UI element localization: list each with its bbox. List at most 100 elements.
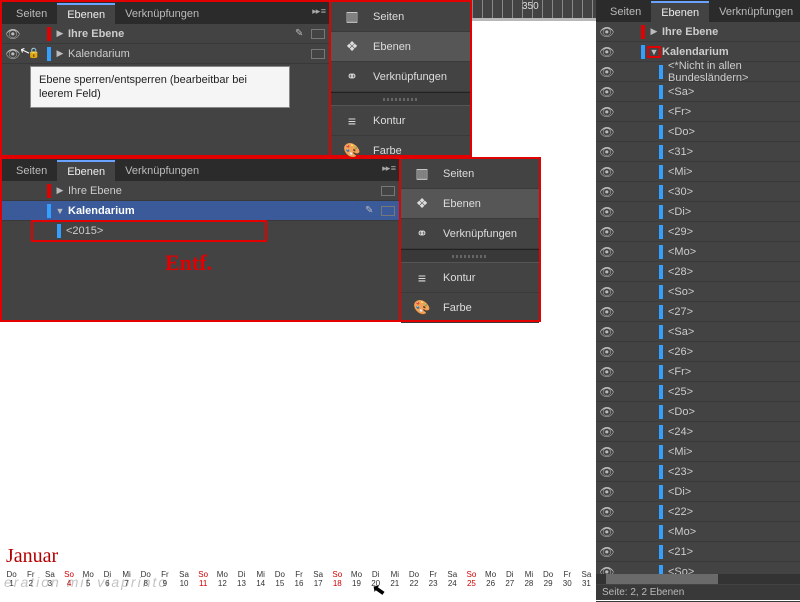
visibility-icon[interactable]: 👁 xyxy=(596,85,618,99)
tab-verknuepfungen[interactable]: Verknüpfungen xyxy=(115,161,209,180)
layer-row-kalendarium[interactable]: 👁 🔒 ▶ Kalendarium xyxy=(2,44,329,64)
visibility-icon[interactable]: 👁 xyxy=(596,465,618,479)
menu-verknuepfungen[interactable]: ⚭Verknüpfungen xyxy=(331,62,470,92)
tab-verknuepfungen[interactable]: Verknüpfungen xyxy=(115,4,209,23)
tab-ebenen[interactable]: Ebenen xyxy=(651,1,709,22)
sublayer-row[interactable]: 👁<28> xyxy=(596,262,800,282)
visibility-icon[interactable]: 👁 xyxy=(596,285,618,299)
layer-row-ihre-ebene[interactable]: ▶ Ihre Ebene xyxy=(2,181,399,201)
expand-icon[interactable]: ▶ xyxy=(54,185,66,196)
layer-row-kalendarium-selected[interactable]: ▼ Kalendarium ✎ xyxy=(2,201,399,221)
sublayer-row[interactable]: 👁<26> xyxy=(596,342,800,362)
sublayer-row[interactable]: 👁<Di> xyxy=(596,482,800,502)
day-cell: 16 xyxy=(289,579,308,588)
sublayer-row[interactable]: 👁<22> xyxy=(596,502,800,522)
visibility-icon[interactable]: 👁 xyxy=(596,205,618,219)
tab-seiten[interactable]: Seiten xyxy=(6,161,57,180)
tab-seiten[interactable]: Seiten xyxy=(600,2,651,21)
sublayer-row[interactable]: 👁<24> xyxy=(596,422,800,442)
visibility-icon[interactable]: 👁 xyxy=(596,425,618,439)
visibility-icon[interactable]: 👁 xyxy=(596,25,618,39)
visibility-icon[interactable]: 👁 xyxy=(596,405,618,419)
select-box[interactable] xyxy=(311,49,325,59)
menu-seiten[interactable]: ▥Seiten xyxy=(401,159,539,189)
tab-verknuepfungen[interactable]: Verknüpfungen xyxy=(709,2,800,21)
panel-grip[interactable] xyxy=(331,92,470,106)
expand-icon[interactable]: ▶ xyxy=(54,28,66,39)
visibility-icon[interactable]: 👁 xyxy=(596,105,618,119)
tab-seiten[interactable]: Seiten xyxy=(6,4,57,23)
menu-kontur[interactable]: ≡Kontur xyxy=(331,106,470,136)
sublayer-label: <Sa> xyxy=(666,326,800,338)
pages-icon: ▥ xyxy=(413,165,431,182)
sublayer-row[interactable]: 👁<*Nicht in allen Bundesländern> xyxy=(596,62,800,82)
panel-menu-icon[interactable]: ▸▸ ≡ xyxy=(312,6,325,17)
expand-icon[interactable]: ▶ xyxy=(648,26,660,37)
layer-row-ihre-ebene[interactable]: 👁 ▶ Ihre Ebene xyxy=(596,22,800,42)
visibility-icon[interactable]: 👁 xyxy=(596,305,618,319)
sublayer-row[interactable]: 👁<So> xyxy=(596,282,800,302)
pen-icon[interactable]: ✎ xyxy=(295,28,311,39)
menu-seiten[interactable]: ▥Seiten xyxy=(331,2,470,32)
expand-icon[interactable]: ▶ xyxy=(54,48,66,59)
stroke-icon: ≡ xyxy=(343,113,361,129)
menu-verknuepfungen[interactable]: ⚭Verknüpfungen xyxy=(401,219,539,249)
visibility-icon[interactable]: 👁 xyxy=(596,505,618,519)
visibility-icon[interactable]: 👁 xyxy=(596,485,618,499)
visibility-icon[interactable]: 👁 xyxy=(596,525,618,539)
sublayer-row[interactable]: 👁<Mo> xyxy=(596,522,800,542)
sublayer-2015[interactable]: <2015> xyxy=(32,221,266,241)
sublayer-row[interactable]: 👁<27> xyxy=(596,302,800,322)
layer-row-ihre-ebene[interactable]: 👁 ▶ Ihre Ebene ✎ xyxy=(2,24,329,44)
sublayer-row[interactable]: 👁<Mi> xyxy=(596,442,800,462)
visibility-icon[interactable]: 👁 xyxy=(596,245,618,259)
visibility-icon[interactable]: 👁 xyxy=(596,165,618,179)
sublayer-row[interactable]: 👁<Do> xyxy=(596,122,800,142)
scrollbar-thumb[interactable] xyxy=(606,574,718,584)
sublayer-row[interactable]: 👁<25> xyxy=(596,382,800,402)
sublayer-row[interactable]: 👁<Sa> xyxy=(596,82,800,102)
sublayer-row[interactable]: 👁<23> xyxy=(596,462,800,482)
visibility-icon[interactable]: 👁 xyxy=(596,45,618,59)
panel-menu-icon[interactable]: ▸▸ ≡ xyxy=(382,163,395,174)
sublayer-row[interactable]: 👁<30> xyxy=(596,182,800,202)
sublayer-row[interactable]: 👁 <Sa> xyxy=(596,322,800,342)
visibility-icon[interactable]: 👁 xyxy=(596,145,618,159)
visibility-icon[interactable]: 👁 xyxy=(596,385,618,399)
layer-color xyxy=(47,204,51,218)
sublayer-row[interactable]: 👁<Di> xyxy=(596,202,800,222)
visibility-icon[interactable]: 👁 xyxy=(596,365,618,379)
select-box[interactable] xyxy=(381,206,395,216)
menu-kontur[interactable]: ≡Kontur xyxy=(401,263,539,293)
sublayer-row[interactable]: 👁<Fr> xyxy=(596,102,800,122)
select-box[interactable] xyxy=(311,29,325,39)
sublayer-row[interactable]: 👁<Mo> xyxy=(596,242,800,262)
sublayer-row[interactable]: 👁<Mi> xyxy=(596,162,800,182)
visibility-icon[interactable]: 👁 xyxy=(596,545,618,559)
menu-ebenen[interactable]: ❖Ebenen xyxy=(331,32,470,62)
collapse-icon[interactable]: ▼ xyxy=(54,206,66,216)
panel-grip[interactable] xyxy=(401,249,539,263)
menu-ebenen[interactable]: ❖Ebenen xyxy=(401,189,539,219)
sublayer-row[interactable]: 👁<Do> xyxy=(596,402,800,422)
sublayer-row[interactable]: 👁<29> xyxy=(596,222,800,242)
visibility-icon[interactable]: 👁 xyxy=(596,445,618,459)
menu-farbe[interactable]: 🎨Farbe xyxy=(401,293,539,323)
visibility-icon[interactable]: 👁 xyxy=(596,65,618,79)
visibility-icon[interactable]: 👁 xyxy=(596,185,618,199)
sublayer-row[interactable]: 👁<Fr> xyxy=(596,362,800,382)
visibility-icon[interactable]: 👁 xyxy=(596,265,618,279)
select-box[interactable] xyxy=(381,186,395,196)
visibility-icon[interactable]: 👁 xyxy=(596,125,618,139)
sublayer-row[interactable]: 👁<31> xyxy=(596,142,800,162)
tab-ebenen[interactable]: Ebenen xyxy=(57,160,115,181)
tab-ebenen[interactable]: Ebenen xyxy=(57,3,115,24)
visibility-icon[interactable]: 👁 xyxy=(596,225,618,239)
weekday-cell: Fr xyxy=(558,570,577,579)
visibility-icon[interactable]: 👁 xyxy=(596,325,618,339)
collapse-icon[interactable]: ▼ xyxy=(648,47,660,57)
visibility-icon[interactable]: 👁 xyxy=(596,345,618,359)
sublayer-row[interactable]: 👁<21> xyxy=(596,542,800,562)
visibility-icon[interactable]: 👁 xyxy=(2,27,24,41)
pen-icon[interactable]: ✎ xyxy=(365,205,381,216)
